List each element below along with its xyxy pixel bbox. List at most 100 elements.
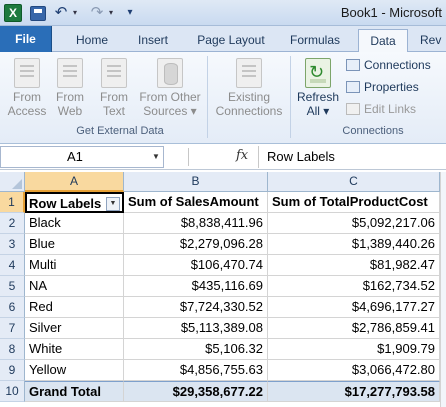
row-header[interactable]: 1 xyxy=(0,192,25,213)
table-cell[interactable]: Silver xyxy=(25,318,124,339)
cell-text: $5,113,389.08 xyxy=(180,320,263,335)
insert-function-icon[interactable]: fx xyxy=(236,148,248,163)
table-cell[interactable]: White xyxy=(25,339,124,360)
tab-review[interactable]: Rev xyxy=(420,29,446,52)
table-cell[interactable]: $4,856,755.63 xyxy=(124,360,268,381)
table-cell[interactable]: $2,786,859.41 xyxy=(268,318,440,339)
formula-input[interactable]: Row Labels xyxy=(258,146,446,168)
tab-insert[interactable]: Insert xyxy=(128,29,178,52)
edit-links-label: Edit Links xyxy=(364,102,417,116)
table-cell[interactable]: Black xyxy=(25,213,124,234)
from-access-button[interactable]: From Access xyxy=(4,58,50,118)
row-header[interactable]: 4 xyxy=(0,255,25,276)
connections-button[interactable]: Connections xyxy=(346,58,431,72)
row-header[interactable]: 9 xyxy=(0,360,25,381)
table-cell[interactable]: $3,066,472.80 xyxy=(268,360,440,381)
column-header-b[interactable]: B xyxy=(124,172,268,192)
pivot-header-cell[interactable]: Sum of SalesAmount xyxy=(124,192,268,213)
table-cell[interactable]: $1,909.79 xyxy=(268,339,440,360)
name-box[interactable]: A1 xyxy=(0,146,164,168)
table-cell[interactable]: $435,116.69 xyxy=(124,276,268,297)
column-header-a[interactable]: A xyxy=(25,172,124,192)
from-other-line1: From Other xyxy=(139,90,201,104)
from-other-sources-button[interactable]: From Other Sources ▾ xyxy=(136,58,204,118)
table-cell[interactable]: NA xyxy=(25,276,124,297)
existing-connections-button[interactable]: Existing Connections xyxy=(212,58,286,118)
properties-button[interactable]: Properties xyxy=(346,80,419,94)
group-label-external-data: Get External Data xyxy=(76,125,164,137)
table-cell[interactable]: $162,734.52 xyxy=(268,276,440,297)
tab-page-layout[interactable]: Page Layout xyxy=(188,29,274,52)
save-icon[interactable] xyxy=(30,6,46,21)
refresh-all-button[interactable]: Refresh All ▾ xyxy=(294,58,342,118)
row-header[interactable]: 2 xyxy=(0,213,25,234)
row-header[interactable]: 3 xyxy=(0,234,25,255)
tab-data[interactable]: Data xyxy=(358,29,408,53)
properties-label: Properties xyxy=(364,80,419,94)
connections-icon xyxy=(346,59,360,71)
row-header[interactable]: 5 xyxy=(0,276,25,297)
from-web-button[interactable]: From Web xyxy=(50,58,90,118)
table-cell[interactable]: $2,279,096.28 xyxy=(124,234,268,255)
name-box-dropdown-icon[interactable]: ▼ xyxy=(152,152,160,161)
from-other-line2: Sources ▾ xyxy=(143,104,197,118)
from-web-line1: From xyxy=(56,90,84,104)
from-access-line2: Access xyxy=(7,104,47,118)
table-cell[interactable]: $81,982.47 xyxy=(268,255,440,276)
table-cell[interactable]: $8,838,411.96 xyxy=(124,213,268,234)
redo-icon[interactable]: ↷ xyxy=(88,4,106,22)
row-header[interactable]: 7 xyxy=(0,318,25,339)
cell-text: $81,982.47 xyxy=(369,257,435,272)
customize-toolbar-icon[interactable]: ▾ xyxy=(124,4,136,22)
tab-home[interactable]: Home xyxy=(66,29,118,52)
cell-text: $5,092,217.06 xyxy=(351,215,435,230)
existing-line1: Existing xyxy=(227,90,271,104)
grand-total-cell[interactable]: $17,277,793.58 xyxy=(268,381,440,402)
tab-formulas[interactable]: Formulas xyxy=(284,29,346,52)
database-icon xyxy=(157,58,183,88)
tab-file[interactable]: File xyxy=(0,26,52,52)
table-cell[interactable]: Red xyxy=(25,297,124,318)
formula-bar-divider xyxy=(188,148,189,166)
connections-label: Connections xyxy=(364,58,431,72)
grand-total-cell[interactable]: Grand Total xyxy=(25,381,124,402)
table-cell[interactable]: Blue xyxy=(25,234,124,255)
undo-icon[interactable]: ↶ xyxy=(52,4,70,22)
table-cell[interactable]: $5,092,217.06 xyxy=(268,213,440,234)
from-text-button[interactable]: From Text xyxy=(94,58,134,118)
filter-dropdown-icon[interactable]: ▼ xyxy=(106,197,120,211)
worksheet-grid: A B C 1 Row Labels ▼ Sum of SalesAmount Sum … xyxy=(0,172,446,407)
cell-text: Sum of TotalProductCost xyxy=(272,194,428,209)
ribbon-separator xyxy=(290,56,291,138)
undo-dropdown-icon[interactable]: ▾ xyxy=(70,4,80,22)
pivot-header-cell[interactable]: Sum of TotalProductCost xyxy=(268,192,440,213)
grid-edge xyxy=(440,172,446,407)
cell-text: Yellow xyxy=(29,362,67,377)
cell-text: Sum of SalesAmount xyxy=(128,194,259,209)
table-cell[interactable]: Yellow xyxy=(25,360,124,381)
table-cell[interactable]: $1,389,440.26 xyxy=(268,234,440,255)
row-header[interactable]: 10 xyxy=(0,381,25,402)
grand-total-cell[interactable]: $29,358,677.22 xyxy=(124,381,268,402)
text-file-icon xyxy=(101,58,127,88)
redo-dropdown-icon[interactable]: ▾ xyxy=(106,4,116,22)
table-cell[interactable]: $7,724,330.52 xyxy=(124,297,268,318)
table-cell[interactable]: $5,106.32 xyxy=(124,339,268,360)
table-cell[interactable]: $5,113,389.08 xyxy=(124,318,268,339)
select-all-corner[interactable] xyxy=(0,172,25,192)
cell-text: $435,116.69 xyxy=(191,278,263,293)
cell-text: $106,470.74 xyxy=(190,257,263,272)
cell-text: $7,724,330.52 xyxy=(179,299,263,314)
excel-icon[interactable]: X xyxy=(4,4,22,22)
table-cell[interactable]: Multi xyxy=(25,255,124,276)
table-cell[interactable]: $106,470.74 xyxy=(124,255,268,276)
edit-links-button[interactable]: Edit Links xyxy=(346,102,416,116)
row-header[interactable]: 8 xyxy=(0,339,25,360)
table-cell[interactable]: $4,696,177.27 xyxy=(268,297,440,318)
row-header[interactable]: 6 xyxy=(0,297,25,318)
web-page-icon xyxy=(57,58,83,88)
pivot-header-cell[interactable]: Row Labels ▼ xyxy=(25,192,124,213)
cell-text: Grand Total xyxy=(29,384,101,399)
cell-text: $4,696,177.27 xyxy=(351,299,435,314)
column-header-c[interactable]: C xyxy=(268,172,440,192)
